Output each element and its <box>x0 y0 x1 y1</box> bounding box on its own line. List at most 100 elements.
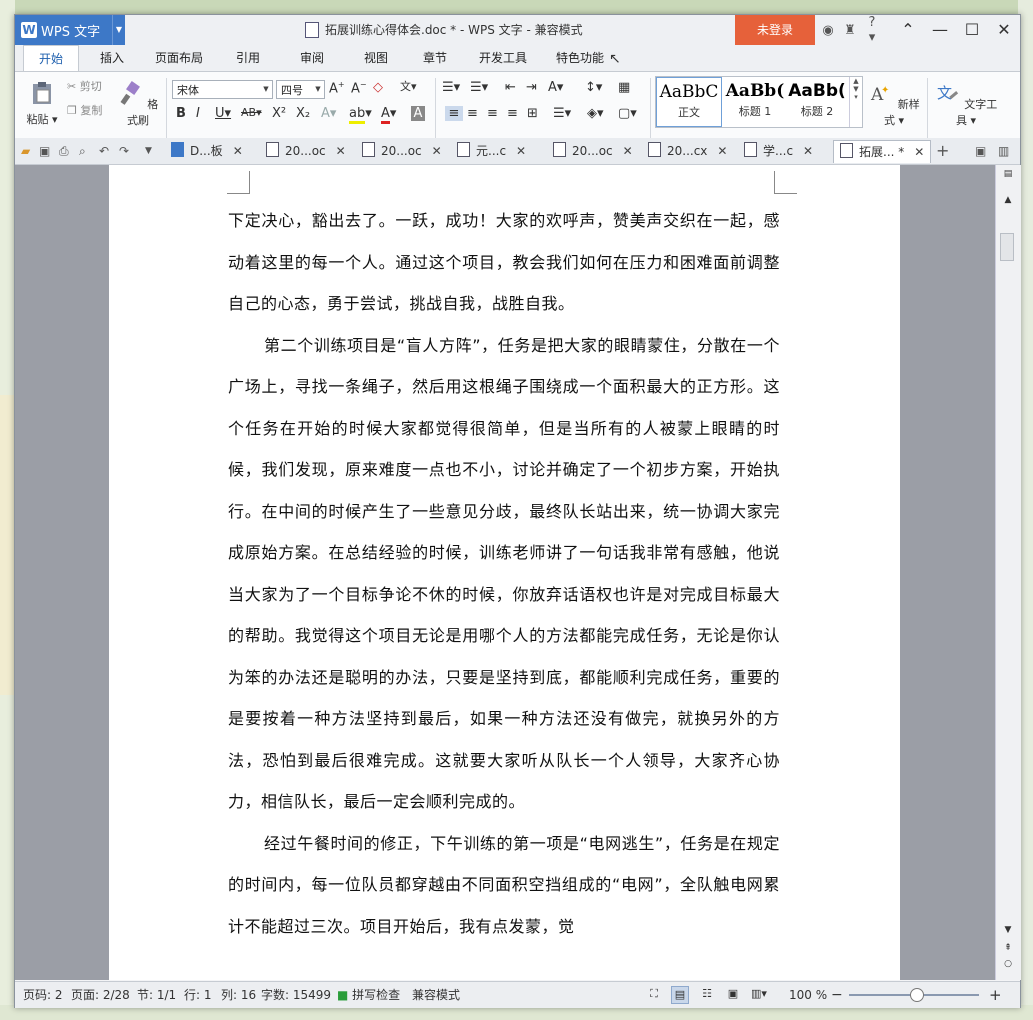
cut-button[interactable]: ✂ 剪切 <box>67 78 102 94</box>
print-preview-icon[interactable]: ⌕ <box>79 140 86 162</box>
zoom-value[interactable]: 100 % <box>789 982 827 1008</box>
distributed-icon[interactable]: ⊞ <box>527 106 538 121</box>
align-center-icon[interactable]: ≡ <box>467 106 478 121</box>
skin-icon[interactable]: ◉ <box>817 23 839 38</box>
tab-special-features[interactable]: 特色功能 <box>545 45 615 71</box>
close-tab-icon[interactable]: ✕ <box>336 144 346 158</box>
print-icon[interactable]: ⎙ <box>59 140 69 162</box>
scroll-up-icon[interactable]: ▲ <box>996 195 1020 205</box>
close-tab-icon[interactable]: ✕ <box>914 145 924 159</box>
phonetic-guide-icon[interactable]: 文▾ <box>400 78 417 94</box>
tab-developer[interactable]: 开发工具 <box>470 45 536 71</box>
doc-tab[interactable]: 20...oc ✕ <box>553 140 633 162</box>
word-count[interactable]: 字数: 15499 <box>261 982 331 1008</box>
font-name-select[interactable]: 宋体 ▼ <box>172 80 273 99</box>
page-code[interactable]: 页码: 2 <box>23 982 63 1008</box>
bold-icon[interactable]: B <box>176 106 186 121</box>
gallery-scroll[interactable]: ▲ ▼ ▾ <box>849 77 862 127</box>
format-painter-button[interactable]: 格式刷 <box>117 80 159 128</box>
web-view-icon[interactable]: ▣ <box>725 986 741 1002</box>
close-tab-icon[interactable]: ✕ <box>623 144 633 158</box>
highlight-icon[interactable]: ab▾ <box>349 106 372 124</box>
subscript-icon[interactable]: X₂ <box>296 106 310 121</box>
clear-format-icon[interactable]: ◇ <box>373 80 383 95</box>
app-menu-button[interactable]: W WPS 文字 ▼ <box>15 15 125 45</box>
close-tab-icon[interactable]: ✕ <box>516 144 526 158</box>
login-button[interactable]: 未登录 <box>735 15 815 45</box>
restore-icon[interactable]: ☐ <box>956 15 988 45</box>
shading-icon[interactable]: ◈▾ <box>587 106 604 121</box>
scroll-down-icon[interactable]: ▼ <box>996 925 1020 935</box>
superscript-icon[interactable]: X² <box>272 106 286 121</box>
doc-tab[interactable]: 元...c ✕ <box>457 140 526 162</box>
doc-tab[interactable]: 20...oc ✕ <box>362 140 442 162</box>
minimize-icon[interactable]: — <box>924 15 956 45</box>
chevron-down-icon[interactable]: ▼ <box>145 140 152 162</box>
text-direction-icon[interactable]: A▾ <box>548 80 563 95</box>
tab-list-icon[interactable]: ▣ <box>975 140 986 162</box>
reading-view-icon[interactable]: ▥▾ <box>751 986 767 1002</box>
outline-view-icon[interactable]: ☷ <box>699 986 715 1002</box>
underline-icon[interactable]: U▾ <box>215 106 231 121</box>
tab-references[interactable]: 引用 <box>221 45 275 71</box>
page[interactable]: 下定决心，豁出去了。一跃，成功！大家的欢呼声，赞美声交织在一起，感动着这里的每一… <box>109 165 900 980</box>
vertical-scrollbar[interactable]: ▤ ▲ ▼ ⇞ ○ <box>995 165 1021 980</box>
close-icon[interactable]: ✕ <box>988 15 1020 45</box>
page-view-icon[interactable]: ▤ <box>671 986 689 1004</box>
tab-menu-icon[interactable]: ▥ <box>998 140 1009 162</box>
close-tab-icon[interactable]: ✕ <box>717 144 727 158</box>
bullet-list-icon[interactable]: ☰▾ <box>442 80 460 95</box>
zoom-in-icon[interactable]: + <box>989 982 1002 1008</box>
new-style-button[interactable]: A ✦ 新样式 ▾ <box>867 80 921 128</box>
table-grid-icon[interactable]: ▦ <box>618 80 630 95</box>
paste-button[interactable]: 粘贴 ▾ <box>23 80 61 127</box>
tab-insert[interactable]: 插入 <box>87 45 137 71</box>
grow-font-icon[interactable]: A+ <box>329 80 345 96</box>
spell-check-toggle[interactable]: ■ 拼写检查 <box>337 982 400 1008</box>
align-left-icon[interactable]: ≡ <box>445 106 463 121</box>
tab-chapter[interactable]: 章节 <box>408 45 462 71</box>
undo-icon[interactable]: ↶ <box>99 140 109 162</box>
italic-icon[interactable]: I <box>196 106 200 121</box>
col-info[interactable]: 列: 16 <box>221 982 256 1008</box>
open-folder-icon[interactable]: ▰ <box>21 140 30 162</box>
doc-tab[interactable]: 学...c ✕ <box>744 140 813 162</box>
row-info[interactable]: 行: 1 <box>184 982 212 1008</box>
font-size-select[interactable]: 四号 ▼ <box>276 80 325 99</box>
tab-home[interactable]: 开始 <box>23 45 79 73</box>
tab-page-layout[interactable]: 页面布局 <box>147 45 211 71</box>
style-heading-2[interactable]: AaBb( 标题 2 <box>784 77 850 127</box>
shirt-icon[interactable]: ♜ <box>839 23 861 38</box>
sort-icon[interactable]: ↕▾ <box>585 80 602 95</box>
justify-icon[interactable]: ≡ <box>507 106 518 121</box>
help-icon[interactable]: ?▾ <box>861 15 883 45</box>
page-count[interactable]: 页面: 2/28 <box>71 982 130 1008</box>
increase-indent-icon[interactable]: ⇥ <box>526 80 537 95</box>
new-tab-icon[interactable]: + <box>936 140 949 162</box>
split-view-icon[interactable]: ▤ <box>996 169 1020 179</box>
shrink-font-icon[interactable]: A− <box>351 80 367 96</box>
text-tools-button[interactable]: 文 文字工具 ▾ <box>933 80 999 128</box>
doc-tab[interactable]: D...板 ✕ <box>171 140 243 162</box>
style-normal[interactable]: AaBbC 正文 <box>656 77 722 127</box>
previous-page-icon[interactable]: ⇞ <box>996 943 1020 953</box>
document-body[interactable]: 下定决心，豁出去了。一跃，成功！大家的欢呼声，赞美声交织在一起，感动着这里的每一… <box>228 200 780 947</box>
doc-tab-active[interactable]: 拓展... * ✕ <box>833 140 932 163</box>
tab-review[interactable]: 审阅 <box>285 45 339 71</box>
text-effect-icon[interactable]: A▾ <box>321 106 336 121</box>
doc-tab[interactable]: 20...cx ✕ <box>648 140 727 162</box>
chevron-down-icon[interactable]: ▼ <box>112 15 125 45</box>
redo-icon[interactable]: ↷ <box>119 140 129 162</box>
line-spacing-icon[interactable]: ☰▾ <box>553 106 571 121</box>
zoom-slider-knob[interactable] <box>910 988 924 1002</box>
style-heading-1[interactable]: AaBb( 标题 1 <box>722 77 788 127</box>
copy-button[interactable]: ❐ 复制 <box>67 102 102 118</box>
strikethrough-icon[interactable]: AB▾ <box>241 106 262 119</box>
select-browse-object-icon[interactable]: ○ <box>996 959 1020 969</box>
section-info[interactable]: 节: 1/1 <box>137 982 176 1008</box>
close-tab-icon[interactable]: ✕ <box>803 144 813 158</box>
font-color-icon[interactable]: A▾ <box>381 106 396 124</box>
save-icon[interactable]: ▣ <box>39 140 50 162</box>
tab-view[interactable]: 视图 <box>349 45 403 71</box>
zoom-out-icon[interactable]: − <box>831 982 843 1008</box>
